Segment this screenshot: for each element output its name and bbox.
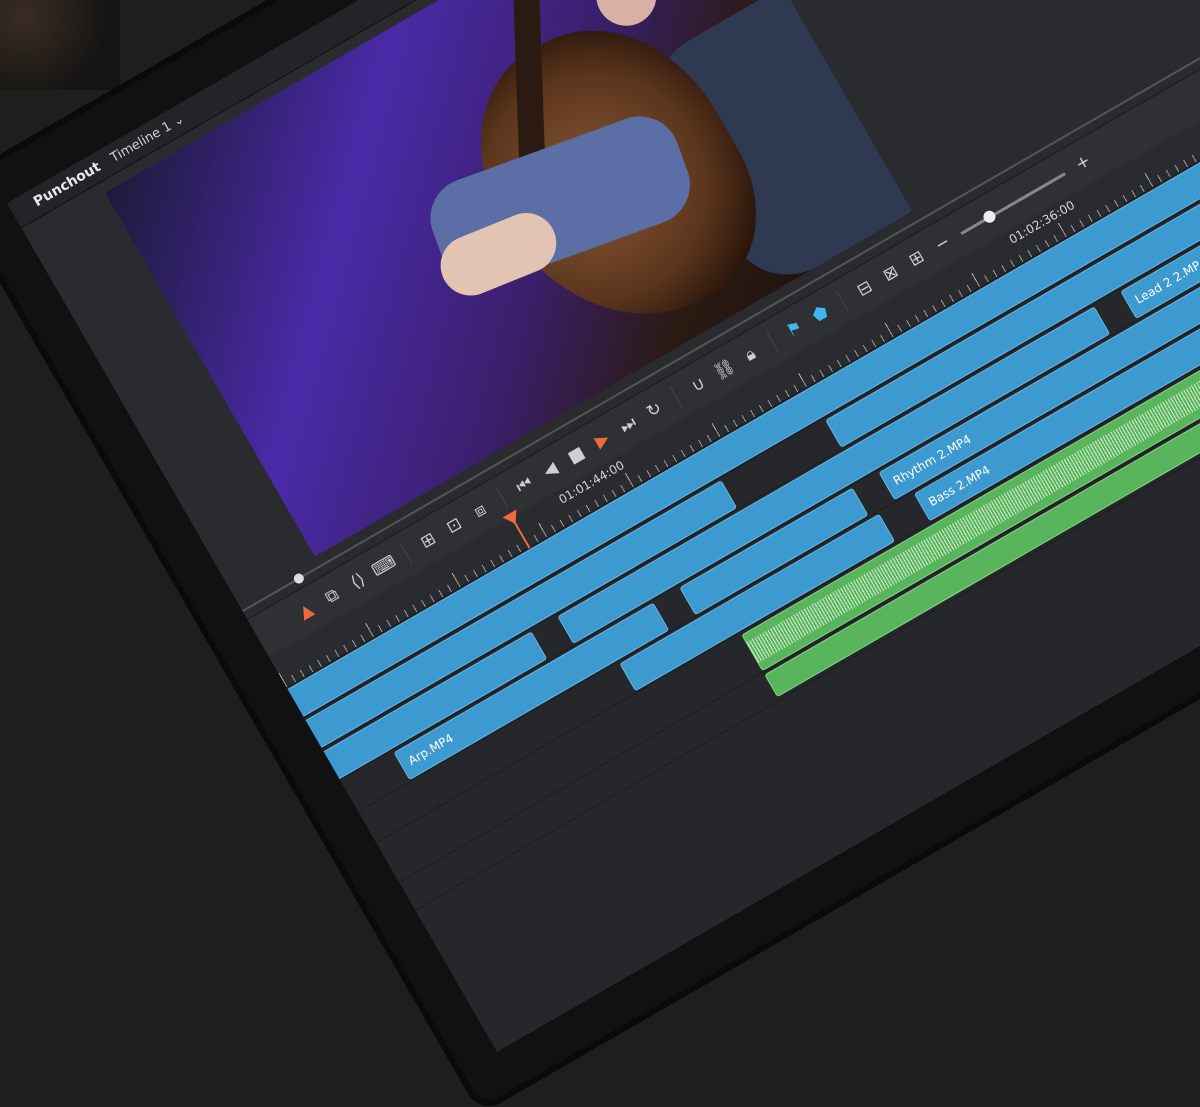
toolbar-divider <box>836 290 850 313</box>
chevron-down-icon: ⌄ <box>170 111 187 130</box>
scene-background <box>0 0 120 90</box>
toolbar-divider <box>495 487 509 509</box>
toolbar-divider <box>766 331 779 353</box>
toolbar-divider <box>399 542 413 565</box>
monitor-screen: Punchout Timeline 1 ⌄ ▲ ⧉ ⟨⟩ ⌨ ⊞ ⊡ ⧈ ⏮ ◀… <box>0 0 1200 1107</box>
zoom-slider-knob[interactable] <box>981 208 998 225</box>
zoom-in-icon[interactable]: + <box>1063 142 1104 183</box>
toolbar-divider <box>669 386 683 409</box>
